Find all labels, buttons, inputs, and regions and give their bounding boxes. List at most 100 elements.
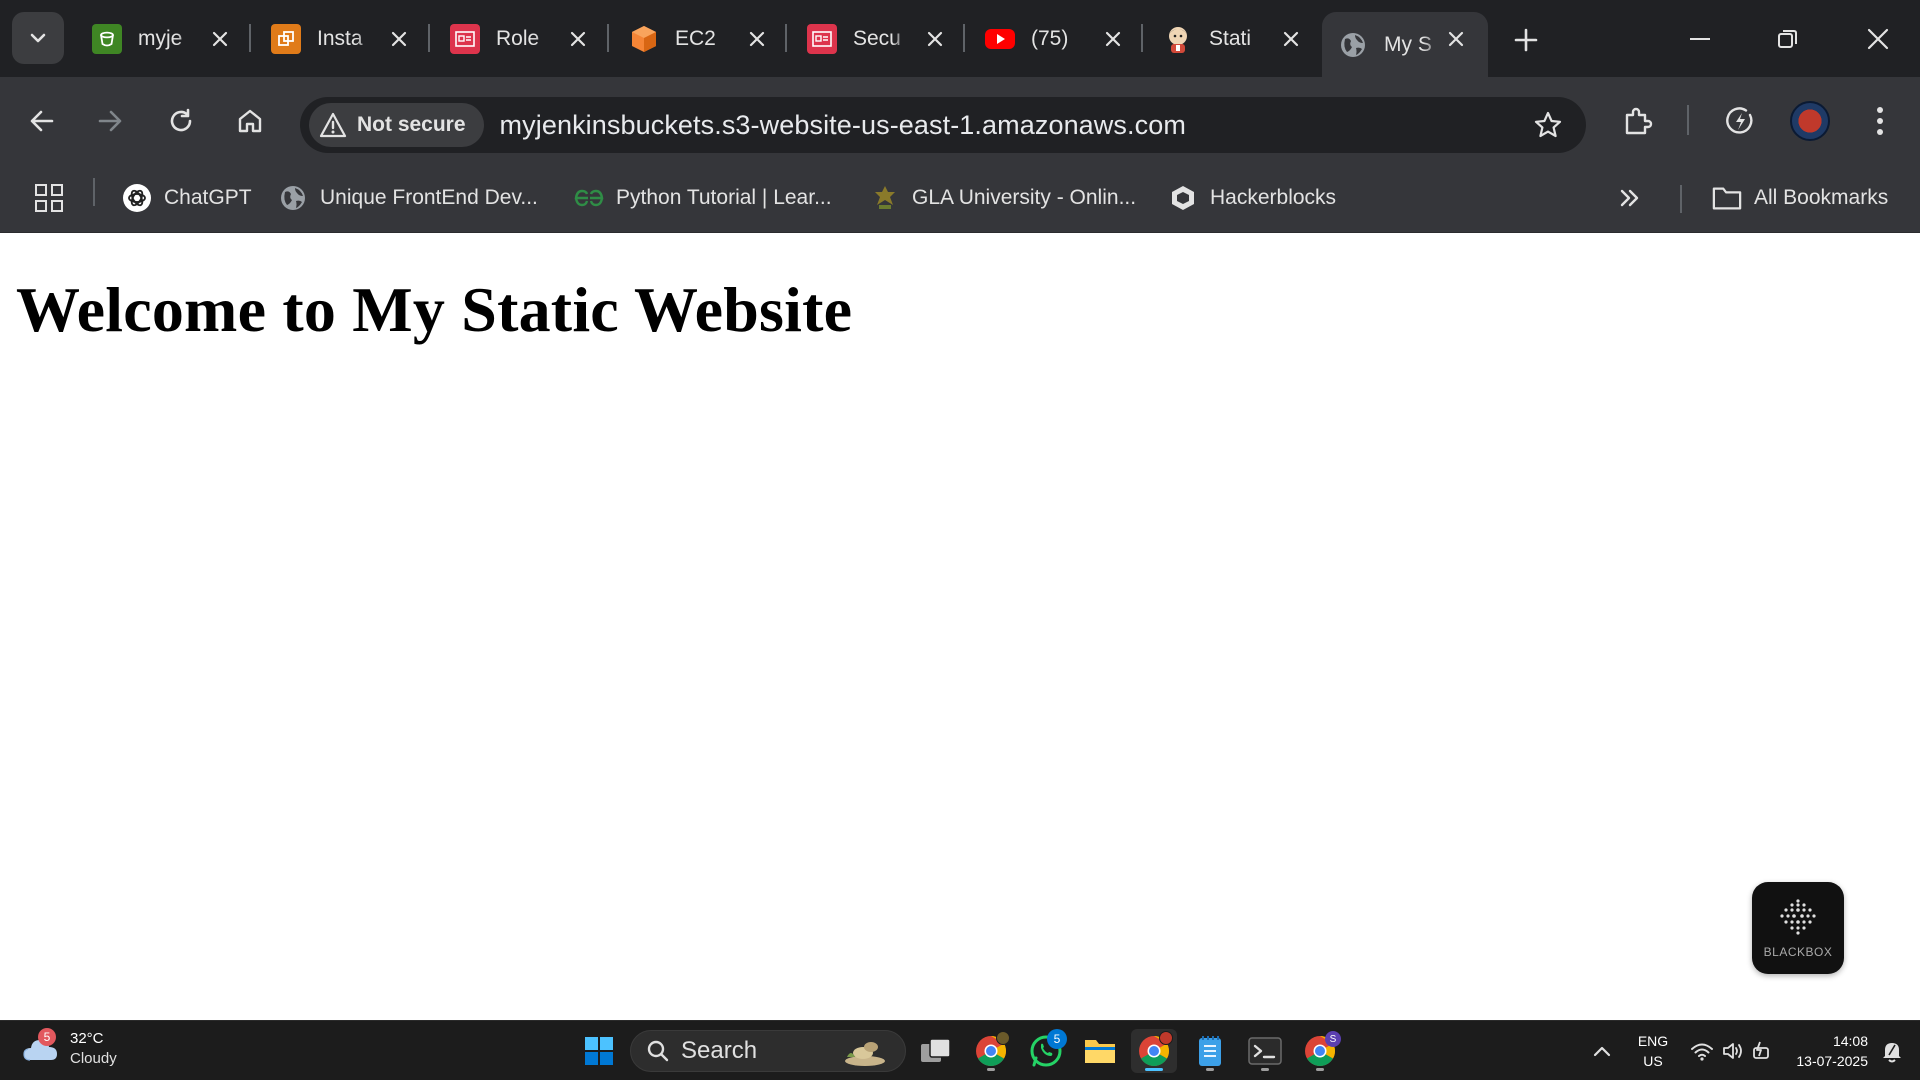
tab-ec2[interactable]: EC2 (629, 12, 779, 66)
tab-iam-role[interactable]: Role (450, 12, 600, 66)
warning-icon (319, 112, 347, 138)
security-group-icon (807, 24, 837, 54)
bookmark-star-button[interactable] (1530, 107, 1566, 143)
star-icon (1534, 111, 1562, 138)
profile-badge: S (1325, 1031, 1341, 1047)
profile-avatar[interactable] (1790, 101, 1830, 141)
weather-badge: 5 (38, 1028, 56, 1046)
taskbar-chrome-active[interactable] (1131, 1029, 1177, 1073)
system-clock[interactable]: 14:08 13-07-2025 (1786, 1031, 1868, 1071)
taskbar-file-explorer[interactable] (1077, 1029, 1123, 1073)
forward-button[interactable] (86, 97, 134, 145)
tab-title: My S (1384, 32, 1432, 56)
puzzle-icon (1625, 107, 1653, 135)
geeksforgeeks-icon (574, 183, 604, 213)
iam-role-icon (450, 24, 480, 54)
weather-widget[interactable]: 5 32°C Cloudy (22, 1028, 117, 1069)
notifications-button[interactable] (1872, 1029, 1912, 1073)
chevron-up-icon (1593, 1046, 1611, 1057)
close-icon[interactable] (564, 25, 592, 53)
home-icon (238, 109, 262, 133)
tab-jenkins[interactable]: Stati (1163, 12, 1313, 66)
arrow-left-icon (30, 110, 54, 132)
youtube-icon (985, 24, 1015, 54)
window-close-button[interactable] (1848, 14, 1908, 64)
tab-separator (607, 24, 609, 52)
reload-button[interactable] (157, 97, 205, 145)
reload-icon (170, 108, 192, 132)
jenkins-icon (1163, 24, 1193, 54)
tab-security-groups[interactable]: Secu (807, 12, 957, 66)
language-code: ENG (1637, 1033, 1669, 1049)
running-indicator (987, 1068, 995, 1071)
bookmark-label: GLA University - Onlin... (912, 186, 1137, 209)
extensions-button[interactable] (1613, 97, 1661, 145)
address-bar[interactable]: Not secure myjenkinsbuckets.s3-website-u… (300, 97, 1586, 153)
all-bookmarks-button[interactable]: All Bookmarks (1712, 178, 1888, 218)
wifi-icon (1691, 1043, 1713, 1061)
back-button[interactable] (18, 97, 66, 145)
close-icon[interactable] (1442, 25, 1470, 53)
task-view-button[interactable] (913, 1029, 959, 1073)
tab-youtube[interactable]: (75) (985, 12, 1135, 66)
bookmark-label: Hackerblocks (1210, 186, 1337, 209)
close-icon[interactable] (385, 25, 413, 53)
running-indicator (1206, 1068, 1214, 1071)
folder-icon (1085, 1040, 1115, 1063)
taskbar-terminal[interactable] (1242, 1029, 1288, 1073)
bookmark-gla-university[interactable]: GLA University - Onlin... (870, 178, 1136, 218)
tab-s3-bucket[interactable]: myje (92, 12, 242, 66)
bookmark-unique-frontend[interactable]: Unique FrontEnd Dev... (278, 178, 538, 218)
clock-time: 14:08 (1832, 1033, 1868, 1049)
close-icon (1867, 28, 1889, 50)
show-hidden-icons-button[interactable] (1580, 1029, 1624, 1073)
close-icon[interactable] (921, 25, 949, 53)
clock-date: 13-07-2025 (1796, 1053, 1868, 1069)
task-view-icon (921, 1038, 951, 1062)
quick-settings-button[interactable] (1682, 1029, 1782, 1073)
bookmarks-bar: ChatGPT Unique FrontEnd Dev... Python Tu… (0, 165, 1920, 233)
running-indicator (1261, 1068, 1269, 1071)
notepad-icon (1199, 1036, 1221, 1066)
taskbar-chrome-profile-2[interactable]: S (1297, 1029, 1343, 1073)
hackerblocks-icon (1168, 183, 1198, 213)
tab-separator (1141, 24, 1143, 52)
url-text[interactable]: myjenkinsbuckets.s3-website-us-east-1.am… (500, 110, 1186, 141)
profile-badge (996, 1031, 1010, 1045)
taskbar-search[interactable]: Search (630, 1030, 906, 1072)
tab-separator (249, 24, 251, 52)
s3-bucket-icon (92, 24, 122, 54)
bookmark-chatgpt[interactable]: ChatGPT (122, 178, 252, 218)
start-button[interactable] (576, 1029, 622, 1073)
restore-button[interactable] (1758, 14, 1818, 64)
tab-search-button[interactable] (12, 12, 64, 64)
globe-icon (1338, 30, 1368, 60)
language-indicator[interactable]: ENG US (1633, 1031, 1673, 1071)
apps-button[interactable] (34, 178, 64, 218)
tab-instances[interactable]: Insta (271, 12, 421, 66)
menu-button[interactable] (1856, 97, 1904, 145)
minimize-button[interactable] (1670, 14, 1730, 64)
chevron-down-icon (30, 33, 46, 43)
security-chip[interactable]: Not secure (309, 103, 484, 147)
folder-icon (1712, 183, 1742, 213)
taskbar-whatsapp[interactable]: 5 (1023, 1029, 1069, 1073)
bookmark-hackerblocks[interactable]: Hackerblocks (1168, 178, 1336, 218)
new-tab-button[interactable] (1506, 20, 1546, 60)
taskbar-notepad[interactable] (1187, 1029, 1233, 1073)
more-bookmarks-button[interactable] (1618, 178, 1642, 218)
tab-my-static-website[interactable]: My S (1322, 12, 1488, 77)
close-icon[interactable] (206, 25, 234, 53)
running-indicator (1316, 1068, 1324, 1071)
close-icon[interactable] (1277, 25, 1305, 53)
bookmark-python-tutorial[interactable]: Python Tutorial | Lear... (574, 178, 832, 218)
instances-icon (271, 24, 301, 54)
taskbar-chrome-profile-1[interactable] (968, 1029, 1014, 1073)
blackbox-extension-button[interactable]: BLACKBOX (1752, 882, 1844, 974)
close-icon[interactable] (743, 25, 771, 53)
ec2-cube-icon (629, 24, 659, 54)
weather-temp: 32°C (70, 1030, 104, 1047)
home-button[interactable] (226, 97, 274, 145)
performance-button[interactable] (1716, 97, 1764, 145)
close-icon[interactable] (1099, 25, 1127, 53)
